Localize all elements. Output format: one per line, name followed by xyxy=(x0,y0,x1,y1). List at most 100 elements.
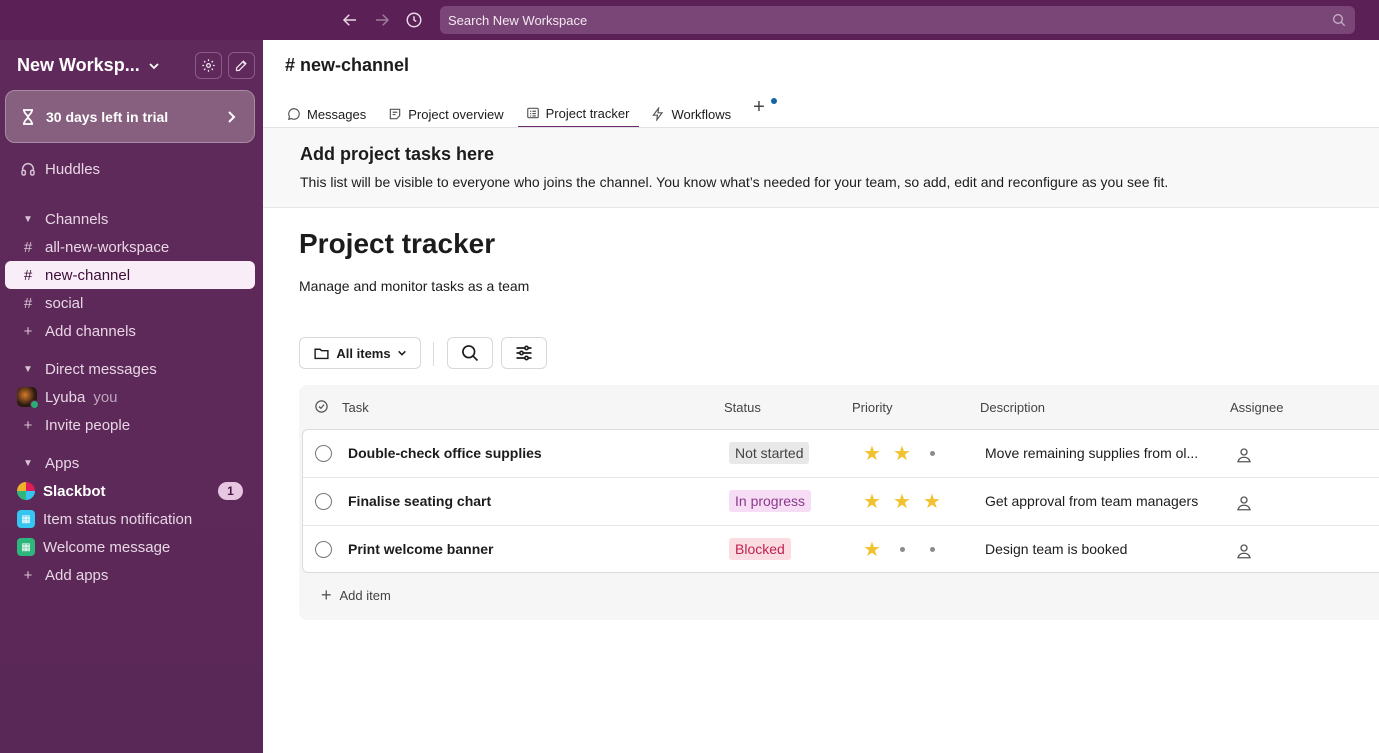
add-channels-button[interactable]: + Add channels xyxy=(5,317,255,345)
star-filled-icon[interactable]: ★ xyxy=(859,442,885,465)
column-header-status[interactable]: Status xyxy=(724,400,761,415)
star-filled-icon[interactable]: ★ xyxy=(859,490,885,513)
tab-project-tracker[interactable]: Project tracker xyxy=(517,92,640,128)
avatar xyxy=(17,387,39,409)
back-arrow-icon[interactable] xyxy=(338,8,362,32)
dm-section-label: Direct messages xyxy=(45,360,157,378)
search-button[interactable] xyxy=(447,337,493,369)
star-filled-icon[interactable]: ★ xyxy=(889,490,915,513)
task-name[interactable]: Finalise seating chart xyxy=(348,493,491,509)
dm-section-toggle[interactable]: ▼ Direct messages xyxy=(5,355,255,383)
tab-label: Messages xyxy=(307,106,367,122)
person-icon[interactable] xyxy=(1235,542,1253,560)
channels-section-toggle[interactable]: ▼ Channels xyxy=(5,205,255,233)
tab-workflows[interactable]: Workflows xyxy=(649,92,741,128)
search-placeholder: Search New Workspace xyxy=(448,12,588,28)
unread-badge: 1 xyxy=(218,482,243,500)
settings-button[interactable] xyxy=(195,52,222,79)
status-badge[interactable]: Blocked xyxy=(729,538,791,560)
star-empty-dot-icon[interactable] xyxy=(919,442,945,464)
add-item-button[interactable]: + Add item xyxy=(321,585,391,606)
complete-checkbox[interactable] xyxy=(315,493,332,510)
sliders-icon xyxy=(516,345,532,361)
compose-button[interactable] xyxy=(228,52,255,79)
person-icon[interactable] xyxy=(1235,494,1253,512)
sidebar-item-item-status-notification[interactable]: ▦ Item status notification xyxy=(5,505,255,533)
apps-section-label: Apps xyxy=(45,454,80,472)
description-cell[interactable]: Design team is booked xyxy=(985,541,1217,557)
tab-messages[interactable]: Messages xyxy=(285,92,376,128)
task-name[interactable]: Double-check office supplies xyxy=(348,445,542,461)
person-icon[interactable] xyxy=(1235,446,1253,464)
sidebar: New Worksp... 30 days left in trial Hudd… xyxy=(0,40,263,753)
status-badge[interactable]: In progress xyxy=(729,490,812,512)
sidebar-item-social[interactable]: # social xyxy=(5,289,255,317)
app-label: Welcome message xyxy=(43,538,171,556)
plus-icon: + xyxy=(23,322,33,340)
apps-section-toggle[interactable]: ▼ Apps xyxy=(5,449,255,477)
table-row[interactable]: Print welcome banner Blocked ★ Design te… xyxy=(303,526,1379,574)
complete-checkbox[interactable] xyxy=(315,445,332,462)
chevron-down-icon xyxy=(149,62,159,69)
column-header-task[interactable]: Task xyxy=(342,400,369,415)
column-header-assignee[interactable]: Assignee xyxy=(1230,400,1283,415)
main-panel: # new-channel Messages Project overview … xyxy=(263,40,1379,753)
search-input[interactable]: Search New Workspace xyxy=(440,6,1355,34)
info-banner: Add project tasks here This list will be… xyxy=(263,128,1379,208)
sidebar-item-all-new-workspace[interactable]: # all-new-workspace xyxy=(5,233,255,261)
search-icon xyxy=(1333,14,1346,27)
sidebar-item-welcome-message[interactable]: ▦ Welcome message xyxy=(5,533,255,561)
channel-label: social xyxy=(45,294,84,312)
add-apps-label: Add apps xyxy=(45,566,109,584)
tab-project-overview[interactable]: Project overview xyxy=(386,92,513,128)
priority-rating[interactable]: ★ ★ xyxy=(859,442,945,465)
description-cell[interactable]: Get approval from team managers xyxy=(985,493,1217,509)
history-clock-icon[interactable] xyxy=(402,8,426,32)
filter-label: All items xyxy=(336,345,391,361)
star-filled-icon[interactable]: ★ xyxy=(889,442,915,465)
add-tab-button[interactable]: + xyxy=(753,92,778,119)
you-label: you xyxy=(93,388,118,406)
task-name[interactable]: Print welcome banner xyxy=(348,541,493,557)
channel-label: all-new-workspace xyxy=(45,238,170,256)
dm-user-label: Lyuba xyxy=(45,388,86,406)
forward-arrow-icon[interactable] xyxy=(370,8,394,32)
star-filled-icon[interactable]: ★ xyxy=(859,538,885,561)
workspace-switcher[interactable]: New Worksp... xyxy=(17,55,160,76)
complete-checkbox[interactable] xyxy=(315,541,332,558)
caret-down-icon: ▼ xyxy=(23,213,33,225)
invite-people-button[interactable]: + Invite people xyxy=(5,411,255,439)
table-row[interactable]: Finalise seating chart In progress ★ ★ ★ G… xyxy=(303,478,1379,526)
divider xyxy=(433,342,434,366)
channel-title[interactable]: # new-channel xyxy=(285,55,409,76)
task-table: Task Status Priority Description Assigne… xyxy=(299,385,1379,620)
sidebar-item-slackbot[interactable]: Slackbot 1 xyxy=(5,477,255,505)
column-header-description[interactable]: Description xyxy=(980,400,1045,415)
sidebar-item-new-channel[interactable]: # new-channel xyxy=(5,261,255,289)
priority-rating[interactable]: ★ ★ ★ xyxy=(859,490,945,513)
star-empty-dot-icon[interactable] xyxy=(889,538,915,560)
page-title: Project tracker xyxy=(299,228,496,259)
column-header-priority[interactable]: Priority xyxy=(852,400,892,415)
all-items-dropdown[interactable]: All items xyxy=(299,337,421,369)
huddles-label: Huddles xyxy=(45,160,101,178)
caret-down-icon: ▼ xyxy=(23,363,33,375)
table-row[interactable]: Double-check office supplies Not started… xyxy=(303,430,1379,478)
channels-section-label: Channels xyxy=(45,210,109,228)
workspace-name: New Worksp... xyxy=(17,55,140,75)
headphones-icon xyxy=(19,161,37,177)
description-cell[interactable]: Move remaining supplies from ol... xyxy=(985,445,1217,461)
status-badge[interactable]: Not started xyxy=(729,442,810,464)
workflow-app-icon: ▦ xyxy=(17,538,35,556)
canvas-icon xyxy=(390,108,401,120)
priority-rating[interactable]: ★ xyxy=(859,538,945,561)
hash-icon: # xyxy=(23,238,33,256)
add-apps-button[interactable]: + Add apps xyxy=(5,561,255,589)
gear-icon xyxy=(202,59,215,72)
view-options-button[interactable] xyxy=(501,337,547,369)
trial-banner[interactable]: 30 days left in trial xyxy=(5,90,255,143)
sidebar-item-huddles[interactable]: Huddles xyxy=(5,155,255,183)
star-filled-icon[interactable]: ★ xyxy=(919,490,945,513)
sidebar-item-dm-lyuba[interactable]: Lyuba you xyxy=(5,383,255,411)
star-empty-dot-icon[interactable] xyxy=(919,538,945,560)
